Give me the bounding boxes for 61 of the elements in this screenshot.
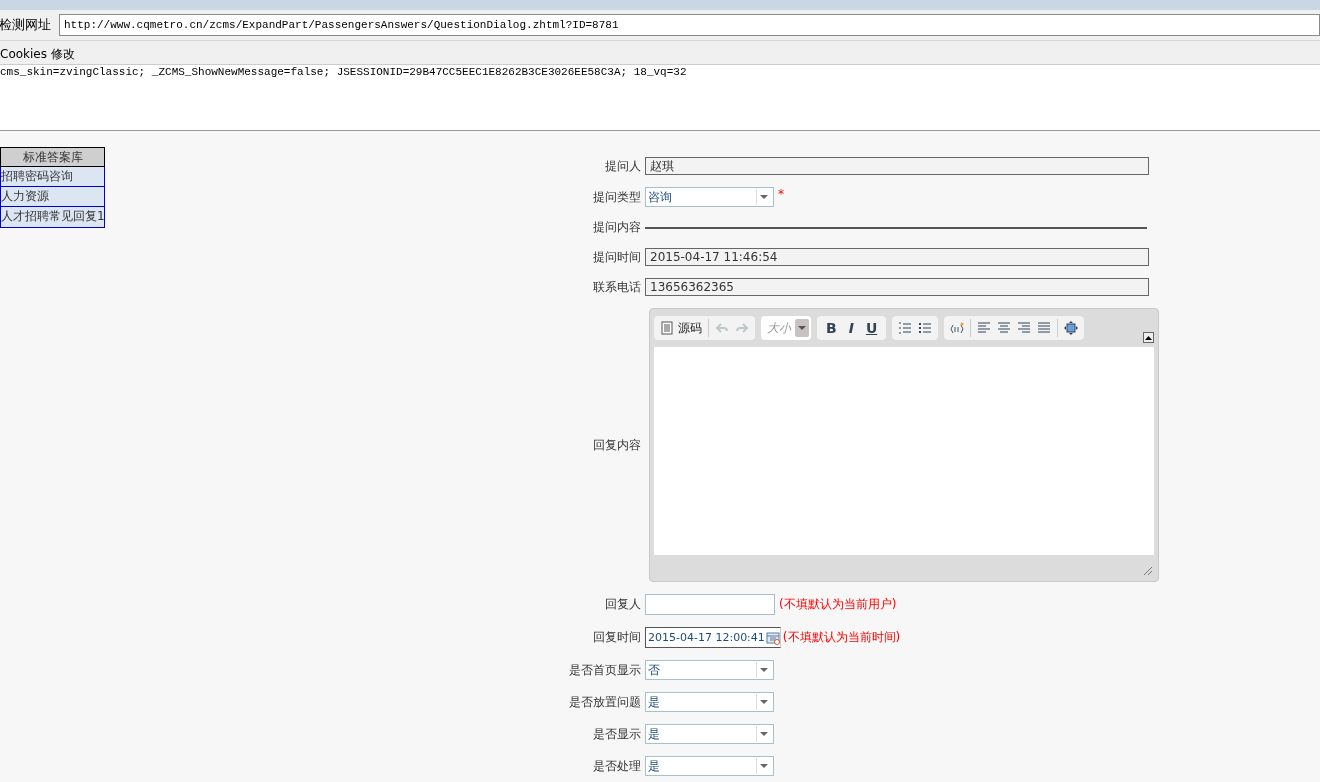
list-item[interactable]: 人力资源	[0, 187, 105, 207]
input-field[interactable]	[645, 594, 775, 615]
document-icon	[660, 321, 674, 335]
field-label: 回复内容	[592, 436, 641, 454]
select-field[interactable]: 否	[645, 660, 774, 680]
align-right-icon	[1017, 321, 1032, 335]
required-mark: *	[778, 187, 784, 201]
select-field[interactable]: 咨询	[645, 187, 774, 207]
field-label: 提问类型	[592, 188, 641, 206]
align-center-button[interactable]	[997, 321, 1012, 335]
text-field[interactable]: 13656362365	[645, 278, 1149, 296]
field-label: 回复人	[604, 596, 641, 613]
cookies-field[interactable]: cms_skin=zvingClassic; _ZCMS_ShowNewMessage=false; JSESSIONID=29B47CC5EEC1E8262B3CE3026EE58C3A; 18_vq=32	[0, 64, 1320, 131]
dropdown-arrow-icon	[798, 326, 806, 330]
align-left-icon	[977, 321, 992, 335]
text-field[interactable]: 2015-04-17 11:46:54	[645, 248, 1149, 266]
justify-button[interactable]	[1037, 321, 1052, 335]
hint-text: (不填默认为当前时间)	[782, 629, 901, 646]
dropdown-arrow-icon	[760, 764, 768, 768]
bullet-list-icon	[918, 321, 933, 335]
calendar-icon	[765, 630, 780, 645]
field-label: 是否首页显示	[568, 661, 641, 679]
hint-text: (不填默认为当前用户)	[779, 596, 897, 613]
select-field[interactable]: 是	[645, 724, 774, 744]
select-field[interactable]: 是	[645, 756, 774, 776]
list-item[interactable]: 人才招聘常见回复1	[0, 207, 105, 228]
italic-button[interactable]: I	[845, 320, 857, 336]
collapse-button[interactable]	[1143, 332, 1154, 343]
date-time-field[interactable]: 2015-04-17 12:00:41	[645, 627, 781, 648]
select-field[interactable]: 是	[645, 692, 774, 712]
div-tag-icon	[950, 321, 965, 335]
dropdown-arrow-icon	[760, 195, 768, 199]
dropdown-arrow-icon	[760, 732, 768, 736]
table-header: 标准答案库	[0, 147, 105, 167]
field-label: 提问时间	[592, 248, 641, 266]
field-label: 回复时间	[592, 629, 641, 646]
bullet-list-button[interactable]	[918, 321, 933, 335]
field-label: 是否处理	[592, 757, 641, 775]
field-label: 是否显示	[592, 725, 641, 743]
url-field[interactable]: http://www.cqmetro.cn/zcms/ExpandPart/PassengersAnswers/QuestionDialog.zhtml?ID=8781	[59, 14, 1320, 36]
justify-icon	[1037, 321, 1052, 335]
field-label: 提问人	[604, 157, 641, 175]
triangle-up-icon	[1144, 333, 1153, 342]
undo-icon	[715, 321, 729, 335]
bold-button[interactable]: B	[823, 320, 840, 336]
underline-button[interactable]: U	[862, 320, 881, 336]
align-left-button[interactable]	[977, 321, 992, 335]
div-tag-button[interactable]	[950, 321, 965, 335]
maximize-button[interactable]	[1064, 321, 1079, 335]
cookies-label: Cookies 修改	[0, 46, 75, 63]
dropdown-arrow-icon	[760, 700, 768, 704]
text-field[interactable]: 赵琪	[645, 157, 1149, 175]
redo-icon	[735, 321, 749, 335]
list-item[interactable]: 招聘密码咨询	[0, 167, 105, 187]
align-right-button[interactable]	[1017, 321, 1032, 335]
field-label: 联系电话	[592, 278, 641, 296]
field-label: 提问内容	[592, 219, 641, 236]
dropdown-arrow-icon	[760, 668, 768, 672]
maximize-icon	[1064, 321, 1079, 335]
field-label: 是否放置问题	[568, 693, 641, 711]
align-center-icon	[997, 321, 1012, 335]
